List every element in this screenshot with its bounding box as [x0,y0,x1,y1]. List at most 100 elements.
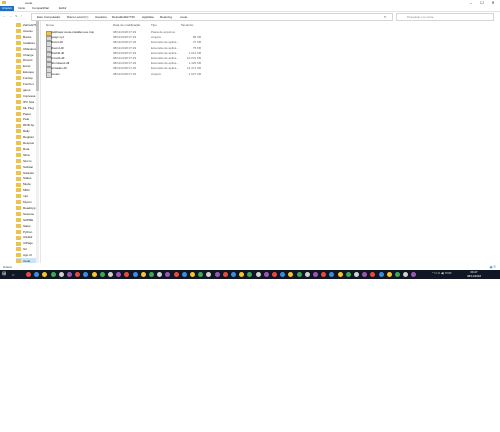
search-input[interactable]: Pesquisar em ovute [396,13,494,21]
taskbar-app-icon[interactable] [354,272,359,277]
taskbar-app-icon[interactable] [304,272,310,277]
up-arrow-icon[interactable]: ↑ [21,14,23,18]
taskbar-app-icon[interactable] [181,272,187,277]
table-row[interactable]: ovutex 08/11/2018 07:29 Arquivo 2.027 KB [45,71,205,78]
taskbar-app-icon[interactable] [83,272,89,277]
breadcrumb-usuarios[interactable]: Usuários [95,14,107,20]
sidebar-item-label: Silva [23,152,30,157]
taskbar-app-icon[interactable] [255,272,261,277]
column-header-name[interactable]: Nome [46,23,54,27]
taskbar-app-icon[interactable] [140,272,146,277]
back-icon[interactable]: ← [3,14,6,18]
taskbar-app-icon[interactable] [165,272,171,277]
taskbar-app-icon[interactable] [362,272,368,277]
refresh-icon[interactable]: ↻ [384,14,387,20]
taskbar-app-icon[interactable] [345,272,351,277]
taskbar-app-icon[interactable] [116,272,122,277]
sidebar-item-label: ovute [23,259,31,263]
folder-icon [16,58,21,63]
taskbar-app-icon[interactable] [124,272,130,277]
taskbar-app-icon[interactable] [214,272,220,277]
taskbar-app-icon[interactable] [58,272,64,277]
column-header-size[interactable]: Tamanho [181,23,193,27]
taskbar-app-icon[interactable] [206,272,212,277]
taskbar-app-icon[interactable] [67,272,72,277]
taskbar-app-icon[interactable] [42,272,48,277]
sidebar-item-label: MRC [23,188,30,193]
taskbar-app-icon[interactable] [231,272,236,277]
breadcrumb-user[interactable]: ReinaldoRH7720 [112,14,135,20]
address-toolbar: ← → ∨ ↑ Este Computador Disco Local (C:)… [0,12,500,21]
taskbar-app-icon[interactable] [198,272,204,277]
folder-icon [16,94,21,98]
taskbar-app-icon[interactable] [157,272,163,277]
breadcrumb-ovute[interactable]: ovute [180,14,187,20]
sidebar-item-label: Python [23,229,33,234]
taskbar-app-icon[interactable] [411,272,417,277]
breadcrumb-appdata[interactable]: AppData [142,14,154,20]
taskbar-app-icon[interactable] [288,272,294,277]
taskbar-app-icon[interactable] [239,272,245,277]
search-placeholder: Pesquisar em ovute [407,15,434,19]
taskbar-app-icon[interactable] [313,272,318,277]
taskbar-app-icon[interactable] [263,272,269,277]
taskbar-app-icon[interactable] [132,272,138,277]
sidebar-item-label: IPC Sca [23,99,35,104]
folder-icon [16,194,21,199]
taskbar-app-icon[interactable] [173,272,179,277]
system-tray[interactable]: ^ ⊡ ⊡ ◀) POR [432,271,452,275]
sidebar-scrollbar[interactable] [36,21,39,263]
column-header-date[interactable]: Data de modificação [113,23,140,27]
taskbar-app-icon[interactable] [280,272,286,277]
taskbar-app-icon[interactable] [321,272,327,277]
folder-icon [16,200,21,205]
taskbar-app-icon[interactable] [272,272,277,277]
taskbar-app-icon[interactable] [337,272,343,277]
column-header-type[interactable]: Tipo [151,23,157,27]
taskbar-app-icon[interactable] [403,272,409,277]
sidebar-item-label: Books [23,34,32,39]
sidebar-item[interactable]: ovute [16,258,38,263]
taskbar-app-icon[interactable] [50,272,56,277]
breadcrumb-este-computador[interactable]: Este Computador [37,14,60,20]
taskbar-app-icon[interactable] [378,272,384,277]
folder-icon [16,182,21,187]
tab-arquivo[interactable]: Arquivo [0,6,14,11]
sidebar-item-label: UltraDr [23,235,33,240]
forward-icon[interactable]: → [9,14,12,18]
taskbar-app-icon[interactable] [370,272,376,277]
tab-inicio[interactable]: Início [16,6,27,11]
sidebar-item-label: ML Plug [23,105,34,110]
tab-exibir[interactable]: Exibir [57,6,69,11]
taskbar-app-icon[interactable] [190,272,195,277]
start-button[interactable]: ⊞ [2,272,7,277]
taskbar-app-icon[interactable] [108,272,113,277]
taskbar-app-icon[interactable] [34,272,40,277]
taskbar-app-icon[interactable] [247,272,253,277]
address-bar[interactable]: Este Computador Disco Local (C:) Usuário… [31,13,393,21]
taskbar-app-icon[interactable] [222,272,228,277]
taskbar-app-icon[interactable] [91,272,97,277]
taskbar-app-icon[interactable] [395,272,400,277]
chevron-down-icon[interactable]: ∨ [15,14,17,18]
sidebar-item-label: Change [23,52,34,57]
taskbar-app-icon[interactable] [26,272,31,277]
folder-icon [16,170,21,175]
breadcrumb-roaming[interactable]: Roaming [160,14,172,20]
scrollbar-thumb[interactable] [36,21,39,91]
folder-icon [16,40,21,45]
taskbar-app-icon[interactable] [296,272,302,277]
search-icon[interactable]: ○ [12,272,17,277]
taskbar-app-icon[interactable] [99,272,105,277]
taskbar-app-icon[interactable] [75,272,81,277]
taskbar-app-icon[interactable] [329,272,335,277]
taskbar-app-icon[interactable] [149,272,154,277]
breadcrumb-disco-local[interactable]: Disco Local (C:) [67,14,88,20]
sidebar-item-label: Rally [23,129,30,134]
folder-icon [16,141,21,146]
folder-icon [16,235,21,240]
taskbar-app-icon[interactable] [386,272,392,277]
clock[interactable]: 09:47 08/11/2018 [464,270,484,278]
cell-type: Arquivo [151,71,162,76]
tab-compartilhar[interactable]: Compartilhar [30,6,51,11]
